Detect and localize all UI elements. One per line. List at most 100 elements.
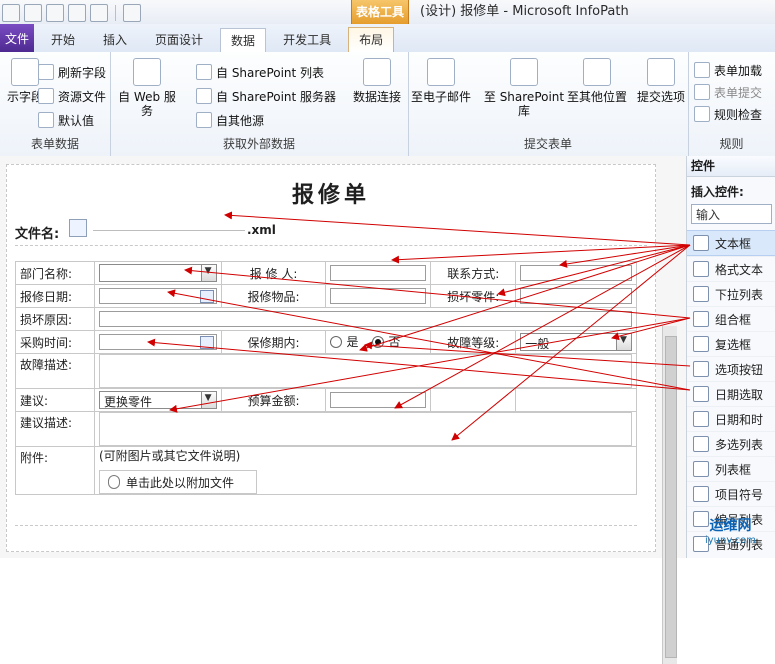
qat-separator: [115, 5, 116, 21]
default-values-button[interactable]: 默认值: [38, 110, 94, 130]
from-sharepoint-server-button[interactable]: 自 SharePoint 服务器: [196, 86, 336, 106]
dept-select[interactable]: [98, 264, 217, 282]
repair-item-field[interactable]: [330, 288, 427, 304]
insert-controls-label: 插入控件:: [691, 185, 744, 199]
submit-sharepoint-library-button[interactable]: 至 SharePoint 库: [482, 58, 566, 120]
paperclip-icon: [107, 475, 120, 489]
control-bulleted-list[interactable]: 项目符号: [687, 481, 775, 506]
ribbon-group-label-external-data: 获取外部数据: [222, 137, 295, 151]
radio-checked-icon: [372, 335, 385, 348]
controls-category-dropdown[interactable]: 输入: [691, 204, 772, 224]
scroll-thumb[interactable]: [665, 336, 677, 658]
from-web-service-button[interactable]: 自 Web 服务: [116, 58, 178, 120]
purchase-date-picker[interactable]: [98, 334, 217, 350]
data-connections-label: 数据连接: [352, 90, 401, 104]
textbox-icon: [693, 235, 709, 251]
broken-part-label: 损坏零件:: [430, 284, 517, 308]
calendar-icon[interactable]: [199, 290, 214, 303]
table-row: 建议: 更换零件 预算金额:: [15, 388, 637, 412]
save-icon[interactable]: [2, 4, 20, 22]
data-connections-button[interactable]: 数据连接: [346, 58, 408, 120]
suggest-select[interactable]: 更换零件: [98, 391, 217, 409]
control-label: 下拉列表: [715, 287, 764, 302]
sharepoint-library-icon: [510, 58, 538, 86]
warranty-yes-radio[interactable]: 是: [330, 333, 359, 350]
suggest-label: 建议:: [15, 388, 95, 412]
date-time-icon: [693, 411, 709, 427]
sharepoint-list-icon: [196, 64, 212, 80]
warranty-label: 保修期内:: [220, 330, 327, 354]
control-option-button[interactable]: 选项按钮: [687, 356, 775, 381]
fault-level-label: 故障等级:: [430, 330, 517, 354]
form-load-label: 表单加载: [714, 63, 763, 78]
control-label: 文本框: [715, 236, 752, 251]
attach-file-button[interactable]: 单击此处以附加文件: [98, 470, 257, 494]
fault-level-select[interactable]: 一般: [520, 333, 632, 351]
warranty-no-radio[interactable]: 否: [372, 333, 400, 350]
control-list-box[interactable]: 列表框: [687, 456, 775, 481]
broken-reason-field[interactable]: [98, 311, 632, 327]
table-row: 部门名称: 报 修 人: 联系方式:: [15, 261, 637, 285]
form-load-icon: [694, 62, 710, 78]
repair-person-field[interactable]: [330, 265, 427, 281]
form-load-button[interactable]: 表单加载: [694, 60, 762, 80]
resource-files-button[interactable]: 资源文件: [38, 86, 106, 106]
empty-cell: [515, 388, 637, 412]
tab-home[interactable]: 开始: [40, 27, 86, 52]
submit-other-location-button[interactable]: 至其他位置: [566, 58, 628, 120]
repair-person-label: 报 修 人:: [220, 261, 327, 285]
submit-email-label: 至电子邮件: [410, 90, 471, 104]
chevron-down-icon: [616, 334, 631, 350]
budget-field[interactable]: [330, 392, 427, 408]
check-icon[interactable]: [90, 4, 108, 22]
ribbon-group-form-data: 示字段 刷新字段 资源文件 默认值 表单数据: [0, 52, 111, 156]
bulleted-list-icon: [693, 486, 709, 502]
contact-field[interactable]: [520, 265, 632, 281]
ribbon-group-label-submit: 提交表单: [523, 137, 572, 151]
control-multi-select[interactable]: 多选列表: [687, 431, 775, 456]
fault-desc-field[interactable]: [98, 354, 632, 388]
tab-page-design[interactable]: 页面设计: [144, 27, 214, 52]
repair-date-cell: [93, 284, 222, 308]
broken-part-field[interactable]: [520, 288, 632, 304]
tab-developer[interactable]: 开发工具: [272, 27, 342, 52]
table-row: 报修日期: 报修物品: 损坏零件:: [15, 284, 637, 308]
control-date-time[interactable]: 日期和时: [687, 406, 775, 431]
tab-file[interactable]: 文件: [0, 24, 34, 52]
control-date-picker[interactable]: 日期选取: [687, 381, 775, 406]
control-rich-text[interactable]: 格式文本: [687, 256, 775, 281]
table-row: 建议描述:: [15, 411, 638, 447]
default-values-label: 默认值: [58, 113, 95, 128]
redo-icon[interactable]: [68, 4, 86, 22]
suggest-desc-field[interactable]: [98, 412, 632, 446]
tab-layout[interactable]: 布局: [348, 27, 395, 52]
calendar-icon[interactable]: [199, 336, 214, 349]
control-checkbox[interactable]: 复选框: [687, 331, 775, 356]
sharepoint-server-icon: [196, 88, 212, 104]
submit-other-location-label: 至其他位置: [566, 90, 627, 104]
control-label: 选项按钮: [715, 362, 764, 377]
from-other-source-label: 自其他源: [216, 113, 265, 128]
submit-options-button[interactable]: 提交选项: [630, 58, 692, 120]
repair-date-picker[interactable]: [98, 288, 217, 304]
vertical-scrollbar[interactable]: [662, 326, 677, 664]
filename-field[interactable]: [93, 230, 245, 231]
repair-person-cell: [325, 261, 432, 285]
qat-dropdown-icon[interactable]: [123, 4, 141, 22]
web-service-icon: [133, 58, 161, 86]
tab-insert[interactable]: 插入: [92, 27, 138, 52]
control-dropdown-list[interactable]: 下拉列表: [687, 281, 775, 306]
controls-pane-header: 控件: [687, 156, 775, 177]
control-text-box[interactable]: 文本框: [687, 230, 775, 256]
empty-cell: [430, 388, 517, 412]
refresh-icon[interactable]: [24, 4, 42, 22]
dept-label: 部门名称:: [15, 261, 95, 285]
from-other-source-button[interactable]: 自其他源: [196, 110, 264, 130]
control-combo-box[interactable]: 组合框: [687, 306, 775, 331]
submit-email-button[interactable]: 至电子邮件: [410, 58, 472, 120]
rule-inspector-button[interactable]: 规则检查: [694, 104, 762, 124]
tab-data[interactable]: 数据: [220, 28, 267, 53]
from-sharepoint-list-button[interactable]: 自 SharePoint 列表: [196, 62, 324, 82]
undo-icon[interactable]: [46, 4, 64, 22]
refresh-fields-button[interactable]: 刷新字段: [38, 62, 106, 82]
